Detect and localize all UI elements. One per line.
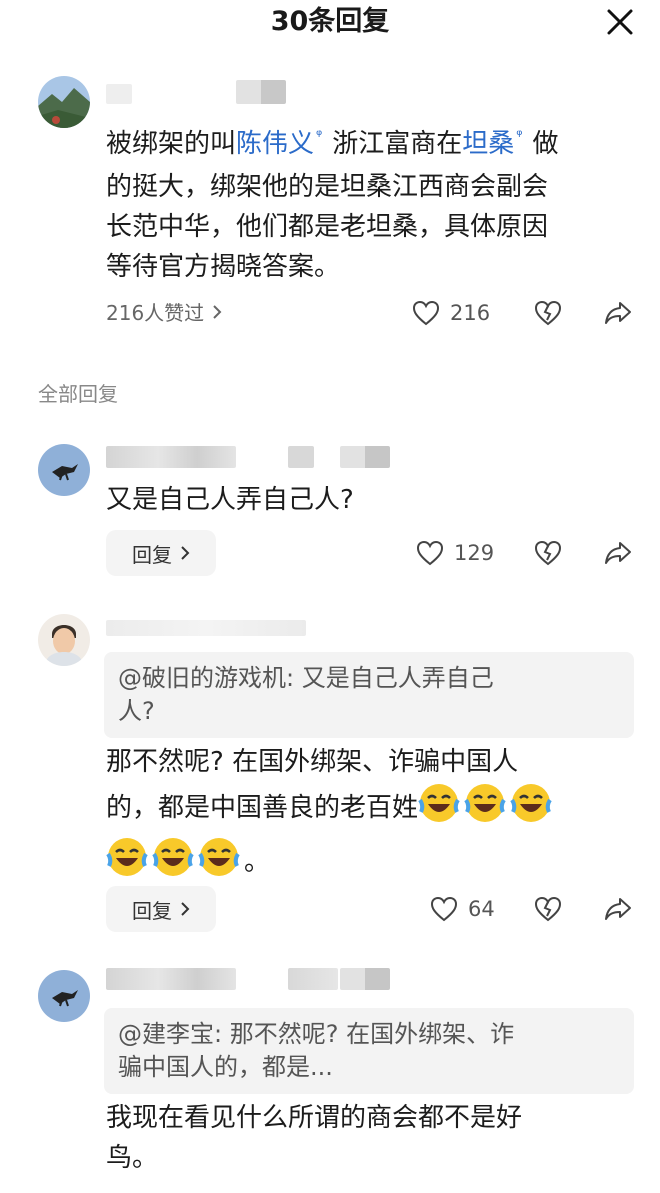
username-blurred: [340, 968, 390, 990]
heart-icon: [412, 300, 440, 326]
post-text-segment: 做: [532, 129, 559, 159]
search-icon: ᵠ: [316, 126, 323, 144]
laughing-crying-emoji-icon: [510, 784, 552, 822]
section-label: 全部回复: [38, 382, 118, 406]
reply-button[interactable]: 回复: [106, 530, 216, 576]
topic-link[interactable]: 坦桑: [462, 129, 514, 159]
comment-line: 鸟。: [106, 1143, 159, 1173]
comment-text: 又是自己人弄自己人?: [106, 485, 354, 515]
comment-text-segment: 的，都是中国善良的老百姓: [106, 793, 419, 823]
quote-line: 人?: [118, 697, 155, 725]
post-text: 被绑架的叫陈伟义 ᵠ 浙江富商在坦桑 ᵠ 做 的挺大，绑架他的是坦桑江西商会副会 长范中…: [106, 124, 646, 287]
avatar[interactable]: [38, 444, 90, 496]
comment-line: 。: [106, 836, 646, 882]
share-icon: [605, 302, 631, 324]
avatar[interactable]: [38, 970, 90, 1022]
share-button[interactable]: [604, 896, 632, 922]
topic-link[interactable]: 陈伟义: [236, 129, 314, 159]
username-blurred: [106, 620, 306, 636]
like-button[interactable]: 216: [412, 300, 490, 326]
header: 30条回复: [0, 0, 660, 48]
reply-button[interactable]: 回复: [106, 886, 216, 932]
comment-text-segment: 。: [244, 847, 271, 877]
like-count: 216: [450, 301, 491, 325]
likes-summary[interactable]: 216人赞过: [106, 300, 222, 326]
post-line: 长范中华，他们都是老坦桑，具体原因: [106, 212, 549, 242]
post-text-segment: 被绑架的叫: [106, 129, 237, 159]
comment-line: 我现在看见什么所谓的商会都不是好: [106, 1103, 523, 1133]
share-icon: [605, 898, 631, 920]
laughing-crying-emoji-icon: [106, 838, 148, 876]
laughing-crying-emoji-icon: [418, 784, 460, 822]
like-count: 64: [468, 897, 495, 921]
username-blurred: [106, 84, 132, 104]
like-button[interactable]: 64: [430, 896, 495, 922]
comment-text: 我现在看见什么所谓的商会都不是好 鸟。: [106, 1098, 646, 1178]
chevron-right-icon: [212, 300, 222, 326]
broken-heart-icon: [534, 540, 562, 566]
quote-line: @建李宝: 那不然呢? 在国外绑架、诈: [118, 1020, 515, 1048]
page-title: 30条回复: [270, 6, 390, 37]
chevron-right-icon: [181, 546, 190, 560]
post-text-segment: 浙江富商在: [332, 129, 463, 159]
laughing-crying-emoji-icon: [152, 838, 194, 876]
chevron-right-icon: [181, 902, 190, 916]
likes-summary-label: 216人赞过: [106, 301, 205, 325]
heart-icon: [430, 896, 458, 922]
username-blurred: [340, 446, 390, 468]
share-button[interactable]: [604, 540, 632, 566]
post-line: 等待官方揭晓答案。: [106, 252, 341, 282]
quoted-reply: @建李宝: 那不然呢? 在国外绑架、诈 骗中国人的，都是...: [104, 1008, 634, 1094]
comment-line: 那不然呢? 在国外绑架、诈骗中国人: [106, 747, 519, 777]
share-button[interactable]: [604, 300, 632, 326]
laughing-crying-emoji-icon: [198, 838, 240, 876]
dislike-button[interactable]: [534, 540, 562, 566]
like-button[interactable]: 129: [416, 540, 494, 566]
quoted-reply: @破旧的游戏机: 又是自己人弄自己 人?: [104, 652, 634, 738]
reply-label: 回复: [132, 542, 172, 567]
close-icon[interactable]: [604, 6, 636, 38]
username-blurred: [106, 968, 236, 990]
share-icon: [605, 542, 631, 564]
avatar[interactable]: [38, 76, 90, 128]
search-icon: ᵠ: [516, 126, 523, 144]
username-blurred: [106, 446, 236, 468]
dislike-button[interactable]: [534, 300, 562, 326]
dislike-button[interactable]: [534, 896, 562, 922]
username-blurred: [288, 968, 338, 990]
post-line: 被绑架的叫陈伟义 ᵠ 浙江富商在坦桑 ᵠ 做: [106, 124, 646, 167]
quote-line: 骗中国人的，都是...: [118, 1053, 333, 1081]
broken-heart-icon: [534, 896, 562, 922]
post-line: 的挺大，绑架他的是坦桑江西商会副会: [106, 172, 549, 202]
heart-icon: [416, 540, 444, 566]
comment-line: 的，都是中国善良的老百姓: [106, 782, 646, 828]
broken-heart-icon: [534, 300, 562, 326]
avatar[interactable]: [38, 614, 90, 666]
quote-line: @破旧的游戏机: 又是自己人弄自己: [118, 664, 494, 692]
username-blurred: [236, 80, 286, 104]
like-count: 129: [454, 541, 495, 565]
comment-text: 那不然呢? 在国外绑架、诈骗中国人 的，都是中国善良的老百姓 。: [106, 742, 646, 882]
username-blurred: [288, 446, 314, 468]
laughing-crying-emoji-icon: [464, 784, 506, 822]
reply-label: 回复: [132, 898, 172, 923]
